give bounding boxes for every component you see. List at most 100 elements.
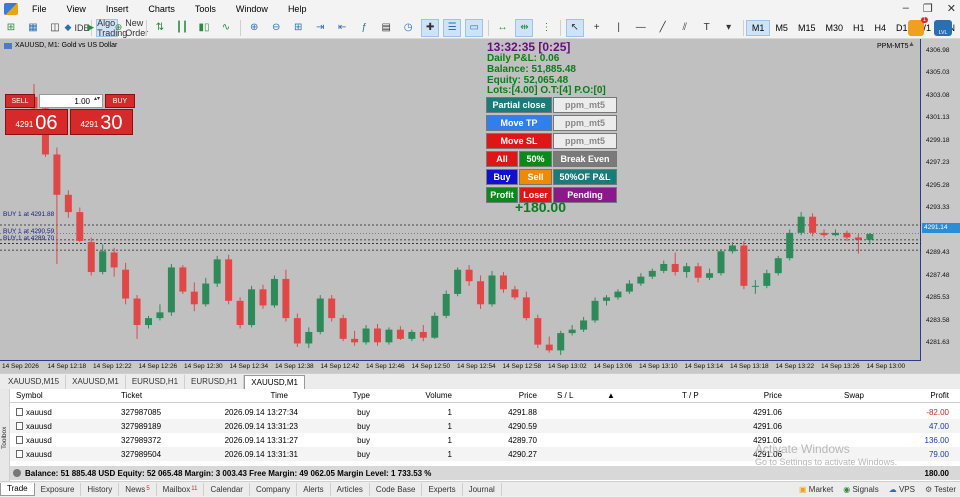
text-icon[interactable]: T <box>698 19 716 37</box>
zoom-in-icon[interactable]: ⊕ <box>245 19 263 37</box>
menu-file[interactable]: File <box>22 4 57 14</box>
notification-icon[interactable]: 1 <box>908 17 928 36</box>
zoom-out-icon[interactable]: ⊖ <box>267 19 285 37</box>
col-volume[interactable]: Volume <box>410 391 452 400</box>
close-all-button[interactable]: All <box>486 151 518 167</box>
order-line-label[interactable]: BUY 1 at 4290.59 <box>3 228 54 235</box>
sell-button[interactable]: SELL <box>5 94 35 108</box>
timeframe-m30[interactable]: M30 <box>820 20 848 36</box>
chart-plot-area[interactable] <box>0 39 921 361</box>
channel-icon[interactable]: ⫽ <box>676 19 694 37</box>
break-even-button[interactable]: Break Even <box>553 151 617 167</box>
period-icon[interactable]: ◷ <box>399 19 417 37</box>
timeframe-h1[interactable]: H1 <box>848 20 870 36</box>
menu-insert[interactable]: Insert <box>96 4 139 14</box>
order-line-label[interactable]: BUY 1 at 4291.88 <box>3 211 54 218</box>
terminal-tab-exposure[interactable]: Exposure <box>35 482 82 496</box>
templates-icon[interactable]: ▤ <box>377 19 395 37</box>
tile-icon[interactable]: ⊞ <box>289 19 307 37</box>
horizontal-line-icon[interactable]: — <box>632 19 650 37</box>
move-tp-button[interactable]: Move TP <box>486 115 552 131</box>
close-50-button[interactable]: 50% <box>519 151 552 167</box>
terminal-tab-experts[interactable]: Experts <box>422 482 463 496</box>
table-row[interactable]: xauusd 327987085 2026.09.14 13:27:34 buy 1 42… <box>10 405 960 419</box>
buy-button[interactable]: BUY <box>105 94 135 108</box>
terminal-tab-mailbox[interactable]: Mailbox 11 <box>157 482 205 496</box>
restore-icon[interactable]: ❐ <box>923 2 933 15</box>
timeframe-m5[interactable]: M5 <box>770 20 793 36</box>
sell-price-box[interactable]: 4291 06 <box>5 109 68 135</box>
vps-link[interactable]: ☁ VPS <box>889 485 915 494</box>
bar-chart-icon[interactable]: ┃┃ <box>173 19 191 37</box>
timeframe-m15[interactable]: M15 <box>793 20 821 36</box>
col-ticket[interactable]: Ticket <box>121 391 142 400</box>
col-price[interactable]: Price <box>490 391 537 400</box>
buy-price-box[interactable]: 4291 30 <box>70 109 133 135</box>
close-icon[interactable]: ✕ <box>947 2 956 15</box>
depth-icon[interactable]: ☰ <box>443 18 462 37</box>
close-50-pl-button[interactable]: 50%OF P&L <box>553 169 617 185</box>
terminal-tab-code-base[interactable]: Code Base <box>370 482 423 496</box>
grid-icon[interactable]: ⋮ <box>537 19 555 37</box>
chart-tab-active[interactable]: XAUUSD,M1 <box>244 375 305 389</box>
menu-help[interactable]: Help <box>278 4 317 14</box>
partial-close-button[interactable]: Partial close <box>486 97 552 113</box>
close-sell-button[interactable]: Sell <box>519 169 552 185</box>
scroll-icon[interactable]: ⇥ <box>311 19 329 37</box>
terminal-tab-company[interactable]: Company <box>250 482 298 496</box>
data-window-icon[interactable]: ▭ <box>465 18 484 37</box>
line-chart-icon[interactable]: ∿ <box>217 19 235 37</box>
col-type[interactable]: Type <box>330 391 370 400</box>
timeframe-h4[interactable]: H4 <box>870 20 892 36</box>
table-row[interactable]: xauusd 327989189 2026.09.14 13:31:23 buy 1 42… <box>10 419 960 433</box>
autoscroll-icon[interactable]: ↔ <box>493 19 511 37</box>
close-profit-button[interactable]: Profit <box>486 187 518 203</box>
menu-window[interactable]: Window <box>226 4 278 14</box>
menu-view[interactable]: View <box>57 4 96 14</box>
terminal-tab-journal[interactable]: Journal <box>463 482 502 496</box>
chart-shift-icon[interactable]: ⇹ <box>515 18 534 37</box>
trade-icon[interactable]: ⇅ <box>151 19 169 37</box>
vertical-line-icon[interactable]: | <box>610 19 628 37</box>
move-sl-button[interactable]: Move SL <box>486 133 552 149</box>
new-chart-icon[interactable]: ⊞ <box>2 19 20 37</box>
chart-window[interactable]: XAUUSD, M1: Gold vs US Dollar PPM-MT5 ▲ … <box>0 39 960 373</box>
col-swap[interactable]: Swap <box>820 391 864 400</box>
move-tp-input[interactable]: ppm_mt5 <box>553 115 617 131</box>
datafolder-icon[interactable]: ◫ <box>46 19 64 37</box>
shift-icon[interactable]: ⇤ <box>333 19 351 37</box>
terminal-tab-articles[interactable]: Articles <box>331 482 370 496</box>
tester-link[interactable]: ⚙ Tester <box>925 485 956 494</box>
partial-close-input[interactable]: ppm_mt5 <box>553 97 617 113</box>
terminal-tab-alerts[interactable]: Alerts <box>297 482 331 496</box>
chart-tab[interactable]: XAUUSD,M1 <box>66 375 126 389</box>
chart-tab[interactable]: EURUSD,H1 <box>126 375 186 389</box>
terminal-tab-history[interactable]: History <box>81 482 120 496</box>
profiles-icon[interactable]: ▦ <box>24 19 42 37</box>
col-sl[interactable]: S / L <box>557 391 573 400</box>
crosshair-cursor-icon[interactable]: ✚ <box>421 18 440 37</box>
crosshair-icon[interactable]: + <box>588 19 606 37</box>
menu-tools[interactable]: Tools <box>185 4 226 14</box>
close-buy-button[interactable]: Buy <box>486 169 518 185</box>
pointer-icon[interactable]: ↖ <box>565 18 584 37</box>
shapes-icon[interactable]: ▾ <box>720 19 738 37</box>
new-order-button[interactable]: ⊕ New Order <box>115 18 149 38</box>
terminal-tab-trade[interactable]: Trade <box>0 482 35 496</box>
move-sl-input[interactable]: ppm_mt5 <box>553 133 617 149</box>
ea-info-icon[interactable]: ▲ <box>908 41 915 48</box>
menu-charts[interactable]: Charts <box>138 4 185 14</box>
terminal-tab-calendar[interactable]: Calendar <box>204 482 250 496</box>
order-line-label[interactable]: BUY 1 at 4289.70 <box>3 235 54 242</box>
col-symbol[interactable]: Symbol <box>16 391 43 400</box>
indicators-icon[interactable]: ƒ <box>355 19 373 37</box>
col-time[interactable]: Time <box>240 391 288 400</box>
col-tp[interactable]: T / P <box>682 391 699 400</box>
chart-tab[interactable]: EURUSD,H1 <box>185 375 245 389</box>
timeframe-m1[interactable]: M1 <box>745 19 771 36</box>
ide-button[interactable]: ◆ IDE <box>65 19 90 37</box>
candles-icon[interactable]: ▮▯ <box>195 19 213 37</box>
toolbox-sidebar[interactable]: Toolbox <box>0 389 10 481</box>
chart-tab[interactable]: XAUUSD,M15 <box>2 375 67 389</box>
lot-stepper-icon[interactable]: ▴▾ <box>94 95 100 102</box>
